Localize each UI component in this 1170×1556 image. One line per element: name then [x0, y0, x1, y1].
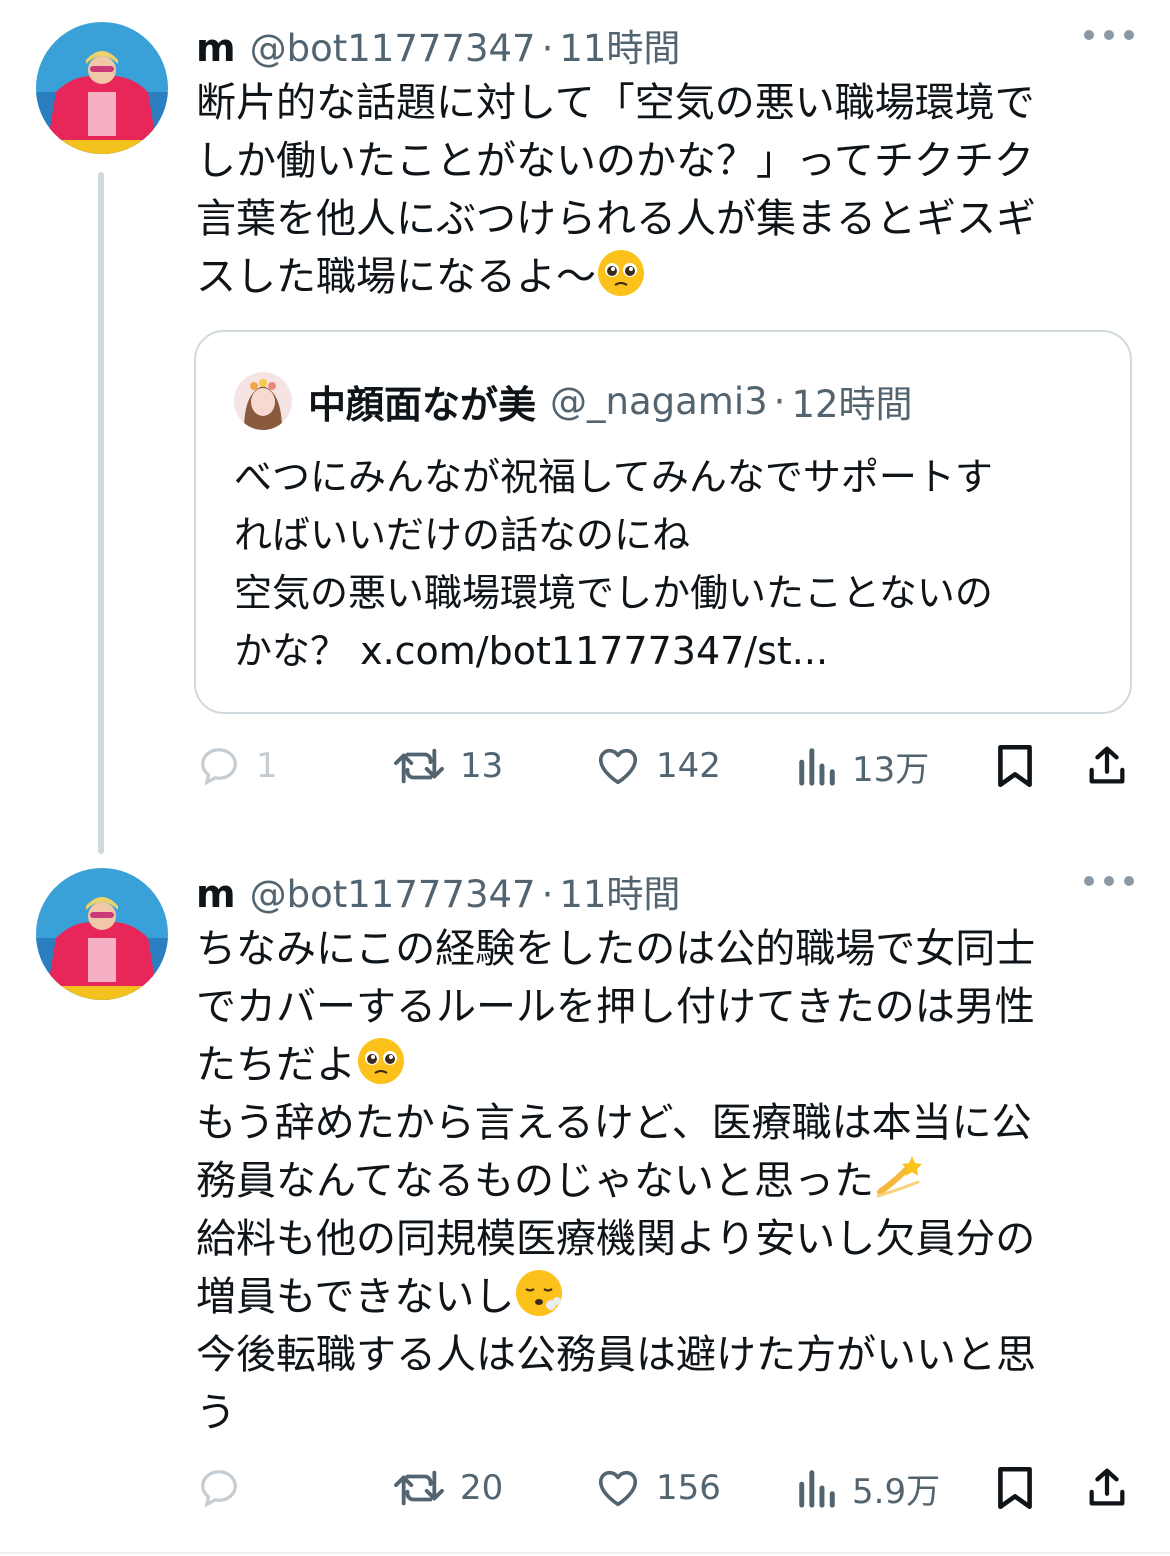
- text-line: う: [196, 1390, 236, 1436]
- tweet-text: ちなみにこの経験をしたのは公的職場で女同士 でカバーするルールを押し付けてきたの…: [196, 920, 1096, 1442]
- reply-button[interactable]: [196, 1458, 256, 1518]
- repost-button[interactable]: 20: [392, 1458, 503, 1518]
- text-line: 給料も他の同規模医療機関より安いし欠員分の: [196, 1216, 1036, 1262]
- views-icon: [799, 1470, 835, 1508]
- quote-timestamp: 12時間: [791, 383, 913, 426]
- tweet-2[interactable]: m @bot11777347 · 11時間 ちなみにこの経験をしたのは公的職場で…: [0, 846, 1170, 1546]
- separator: ·: [541, 873, 554, 916]
- text-line: ればいいだけの話なのにね: [234, 513, 691, 557]
- views-icon: [799, 748, 835, 786]
- like-button[interactable]: 156: [594, 1458, 721, 1518]
- reply-icon: [201, 1470, 237, 1508]
- repost-icon: [394, 748, 444, 784]
- text-line: 言葉を他人にぶつけられる人が集まるとギスギ: [196, 196, 1036, 242]
- pleading-face-emoji: [598, 250, 644, 296]
- tweet-header: m @bot11777347 · 11時間: [196, 18, 680, 70]
- text-line: 増員もできないし: [196, 1274, 515, 1320]
- tweet-header: m @bot11777347 · 11時間: [196, 864, 680, 916]
- text-line: ちなみにこの経験をしたのは公的職場で女同士: [196, 926, 1036, 972]
- user-handle[interactable]: @bot11777347: [250, 27, 536, 70]
- views-button[interactable]: 13万: [796, 736, 929, 796]
- timestamp[interactable]: 11時間: [559, 864, 680, 918]
- like-count: 142: [656, 746, 721, 786]
- dizzy-emoji: [876, 1156, 922, 1198]
- view-count: 5.9万: [852, 1471, 941, 1512]
- quote-header: 中顔面なが美 @_nagami3 · 12時間: [234, 372, 913, 430]
- separator: ·: [541, 27, 554, 70]
- text-line: かな？ x.com/bot11777347/st...: [234, 629, 829, 673]
- repost-button[interactable]: 13: [392, 736, 503, 796]
- share-button[interactable]: [1084, 736, 1130, 796]
- text-line: 断片的な話題に対して「空気の悪い職場環境で: [196, 80, 1035, 126]
- like-icon: [598, 748, 638, 785]
- timestamp[interactable]: 11時間: [559, 18, 680, 72]
- text-line: しか働いたことがないのかな？」ってチクチク: [196, 138, 1034, 184]
- text-line: たちだよ: [196, 1042, 356, 1088]
- bookmark-icon: [998, 744, 1032, 788]
- share-icon: [1089, 746, 1125, 784]
- display-name[interactable]: m: [196, 26, 236, 70]
- text-line: スした職場になるよ〜: [196, 254, 596, 300]
- pleading-face-emoji: [358, 1038, 404, 1084]
- text-line: でカバーするルールを押し付けてきたのは男性: [196, 984, 1035, 1030]
- text-line: 空気の悪い職場環境でしか働いたことないの: [234, 571, 993, 615]
- share-icon: [1089, 1468, 1125, 1506]
- bookmark-icon: [998, 1466, 1032, 1510]
- repost-count: 13: [460, 746, 504, 786]
- more-icon[interactable]: [1084, 866, 1134, 896]
- tweet-1[interactable]: m @bot11777347 · 11時間 断片的な話題に対して「空気の悪い職場…: [0, 0, 1170, 854]
- repost-count: 20: [460, 1468, 504, 1508]
- like-count: 156: [656, 1468, 721, 1508]
- reply-icon: [201, 748, 237, 786]
- exhale-face-emoji: [516, 1270, 563, 1316]
- thread-line: [98, 172, 104, 854]
- display-name[interactable]: m: [196, 872, 236, 916]
- quoted-tweet[interactable]: 中顔面なが美 @_nagami3 · 12時間 べつにみんなが祝福してみんなでサ…: [194, 330, 1132, 714]
- action-bar: 1 13 142 13万: [196, 736, 1136, 796]
- bookmark-button[interactable]: [994, 1458, 1036, 1518]
- like-button[interactable]: 142: [594, 736, 721, 796]
- action-bar: 20 156 5.9万: [196, 1458, 1136, 1518]
- quote-display-name: 中顔面なが美: [308, 382, 537, 427]
- avatar[interactable]: [36, 868, 168, 1000]
- quote-user-handle: @_nagami3: [550, 379, 768, 423]
- tweet-text: 断片的な話題に対して「空気の悪い職場環境で しか働いたことがないのかな？」ってチ…: [196, 74, 1096, 306]
- view-count: 13万: [852, 749, 930, 790]
- bottom-divider: [0, 1552, 1170, 1554]
- reply-count: 1: [256, 746, 278, 786]
- text-line: 務員なんてなるものじゃないと思った: [196, 1158, 874, 1204]
- text-line: べつにみんなが祝福してみんなでサポートす: [234, 455, 993, 499]
- views-button[interactable]: 5.9万: [796, 1458, 940, 1518]
- quote-avatar: [234, 372, 292, 430]
- separator: ·: [773, 379, 786, 423]
- repost-icon: [394, 1470, 444, 1506]
- quote-text: べつにみんなが祝福してみんなでサポートす ればいいだけの話なのにね 空気の悪い職…: [234, 448, 1094, 680]
- like-icon: [598, 1470, 638, 1507]
- reply-button[interactable]: 1: [196, 736, 278, 796]
- bookmark-button[interactable]: [994, 736, 1036, 796]
- avatar[interactable]: [36, 22, 168, 154]
- text-line: 今後転職する人は公務員は避けた方がいいと思: [196, 1332, 1036, 1378]
- share-button[interactable]: [1084, 1458, 1130, 1518]
- text-line: もう辞めたから言えるけど、医療職は本当に公: [196, 1100, 1032, 1146]
- user-handle[interactable]: @bot11777347: [250, 873, 536, 916]
- more-icon[interactable]: [1084, 20, 1134, 50]
